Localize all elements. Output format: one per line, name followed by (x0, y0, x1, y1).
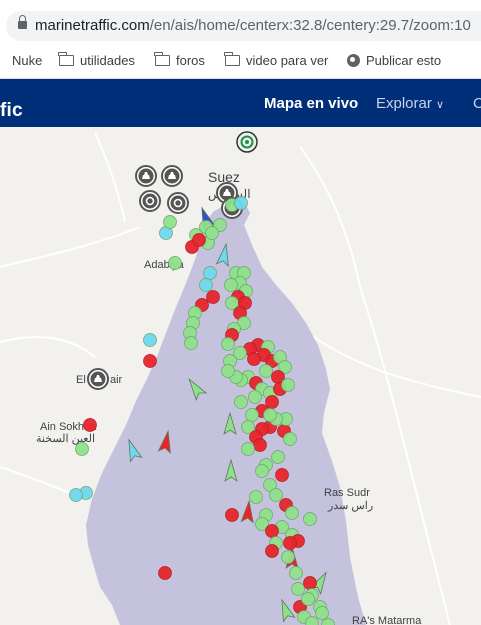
nav-explore[interactable]: Explorar ∨ (376, 95, 444, 112)
vessel-marker[interactable] (234, 395, 248, 409)
vessel-marker[interactable] (203, 266, 217, 280)
vessel-marker[interactable] (265, 395, 279, 409)
vessel-marker[interactable] (301, 592, 315, 606)
ais-station-icon[interactable] (236, 131, 258, 153)
lock-icon[interactable] (18, 15, 27, 29)
port-icon[interactable] (161, 165, 183, 187)
vessel-marker[interactable] (143, 333, 157, 347)
vessel-marker[interactable] (206, 290, 220, 304)
label-ras-matarma: RA's Matarma (352, 615, 422, 625)
anchorage-icon[interactable] (167, 192, 189, 214)
vessel-marker[interactable] (247, 352, 261, 366)
vessel-marker[interactable] (285, 506, 299, 520)
vessel-marker[interactable] (234, 196, 248, 210)
bookmark-publicar-esto[interactable]: Publicar esto (347, 53, 441, 68)
vessel-marker[interactable] (241, 442, 255, 456)
folder-icon (224, 52, 240, 66)
folder-icon (58, 52, 74, 66)
vessel-marker[interactable] (83, 418, 97, 432)
label-el-sokhna: El (76, 374, 86, 386)
browser-address-bar: marinetraffic.com/en/ais/home/centerx:32… (0, 0, 481, 46)
vessel-marker[interactable] (221, 364, 235, 378)
label-el-sokhna-tail: air (110, 374, 123, 386)
url-text[interactable]: marinetraffic.com/en/ais/home/centerx:32… (35, 17, 471, 34)
folder-icon (154, 52, 170, 66)
bookmark-video-para-ver[interactable]: video para ver (224, 52, 328, 68)
vessel-marker[interactable] (205, 226, 219, 240)
bookmarks-bar: Nuke utilidades foros video para ver Pub… (0, 46, 481, 112)
vessel-marker[interactable] (283, 536, 297, 550)
vessel-marker[interactable] (158, 566, 172, 580)
bookmark-nuke[interactable]: Nuke (0, 53, 42, 68)
vessel-marker[interactable] (275, 468, 289, 482)
globe-icon (347, 54, 360, 67)
vessel-marker[interactable] (163, 215, 177, 229)
port-icon[interactable] (135, 165, 157, 187)
port-icon[interactable] (87, 368, 109, 390)
vessel-marker[interactable] (265, 544, 279, 558)
vessel-marker[interactable] (224, 278, 238, 292)
brand-logo-text[interactable]: fic (0, 100, 23, 122)
label-ras-sudr-arabic: راس سدر (327, 500, 373, 512)
vessel-marker[interactable] (315, 606, 329, 620)
vessel-marker[interactable] (255, 464, 269, 478)
vessel-marker[interactable] (265, 524, 279, 538)
vessel-marker[interactable] (259, 364, 273, 378)
label-ain-sokhna-arabic: العين السخنة (36, 433, 95, 445)
vessel-marker[interactable] (221, 337, 235, 351)
vessel-marker[interactable] (199, 278, 213, 292)
anchorage-icon[interactable] (139, 190, 161, 212)
vessel-marker[interactable] (225, 508, 239, 522)
vessel-marker[interactable] (303, 512, 317, 526)
vessel-marker[interactable] (69, 488, 83, 502)
vessel-marker[interactable] (253, 438, 267, 452)
vessel-marker[interactable] (143, 354, 157, 368)
vessel-marker[interactable] (291, 582, 305, 596)
vessel-marker[interactable] (168, 256, 182, 270)
nav-more[interactable]: C (473, 95, 481, 112)
vessel-marker[interactable] (245, 408, 259, 422)
vessel-marker[interactable] (281, 550, 295, 564)
nav-live-map[interactable]: Mapa en vivo (264, 95, 358, 112)
vessel-marker[interactable] (248, 390, 262, 404)
vessel-marker[interactable] (249, 490, 263, 504)
vessel-marker[interactable] (263, 408, 277, 422)
vessel-marker[interactable] (269, 488, 283, 502)
live-map[interactable]: Suez السويس Adabiya El air Ain Sokhna ال… (0, 127, 481, 625)
vessel-marker[interactable] (75, 442, 89, 456)
label-ras-sudr: Ras Sudr (324, 487, 370, 499)
vessel-marker[interactable] (283, 432, 297, 446)
vessel-marker[interactable] (184, 336, 198, 350)
site-header: fic Mapa en vivo Explorar ∨ C (0, 79, 481, 127)
vessel-marker[interactable] (289, 566, 303, 580)
bookmark-utilidades[interactable]: utilidades (58, 52, 135, 68)
vessel-marker[interactable] (271, 450, 285, 464)
bookmark-foros[interactable]: foros (154, 52, 205, 68)
vessel-marker[interactable] (192, 233, 206, 247)
vessel-marker[interactable] (281, 378, 295, 392)
chevron-down-icon: ∨ (436, 99, 445, 111)
vessel-marker[interactable] (303, 576, 317, 590)
